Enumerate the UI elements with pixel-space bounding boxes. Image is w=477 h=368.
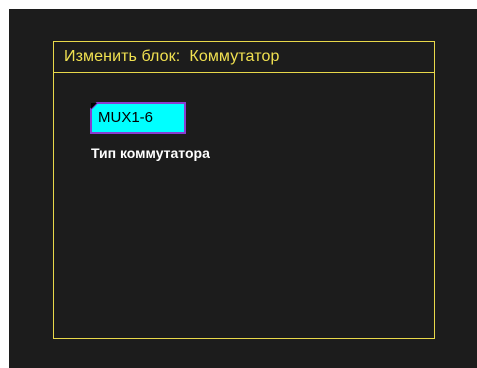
screen: Изменить блок: Коммутатор MUX1-6 Тип ком… (9, 9, 477, 368)
dialog-title: Изменить блок: Коммутатор (64, 48, 280, 65)
switch-type-selector[interactable]: MUX1-6 (90, 102, 186, 134)
switch-type-label: Тип коммутатора (91, 145, 210, 161)
switch-type-value: MUX1-6 (98, 109, 154, 126)
dialog-title-bar: Изменить блок: Коммутатор (54, 42, 434, 73)
edit-block-dialog: Изменить блок: Коммутатор MUX1-6 Тип ком… (53, 41, 435, 339)
